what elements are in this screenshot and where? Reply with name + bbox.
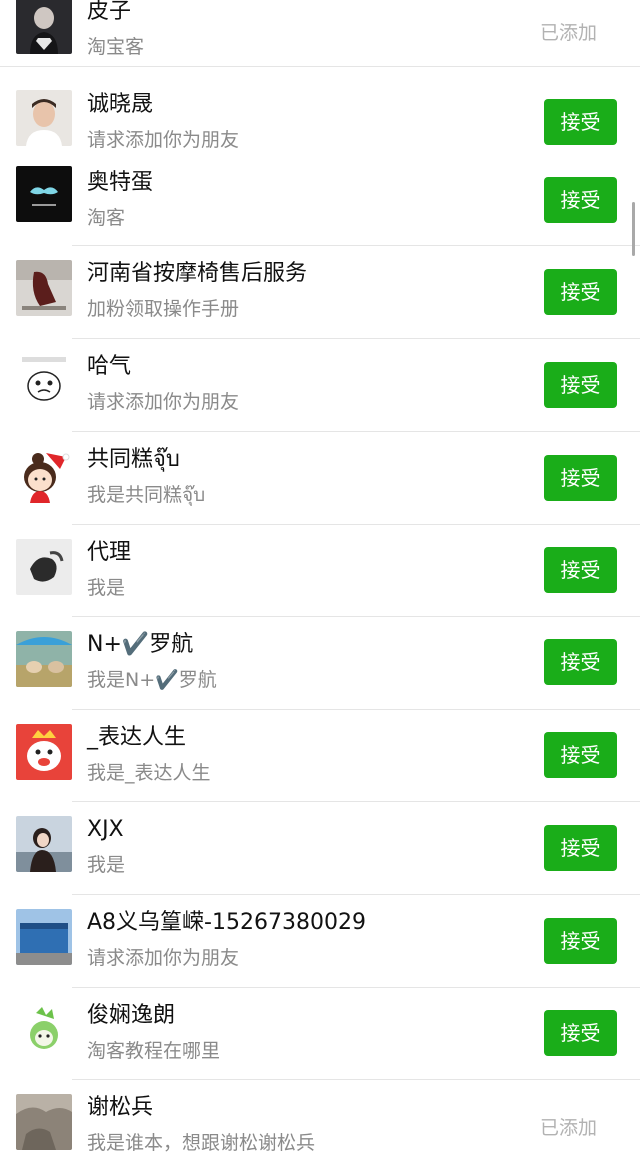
contact-name: N+✔️罗航 bbox=[87, 632, 194, 657]
cartoon-face-icon bbox=[16, 354, 72, 410]
request-message: 我是共同糕จุ๊บ bbox=[87, 484, 206, 506]
avatar[interactable] bbox=[16, 724, 72, 780]
request-message: 请求添加你为朋友 bbox=[87, 947, 240, 969]
accept-button[interactable]: 接受 bbox=[544, 732, 617, 778]
contact-name: _表达人生 bbox=[87, 725, 187, 750]
request-message: 请求添加你为朋友 bbox=[87, 129, 240, 151]
request-message: 请求添加你为朋友 bbox=[87, 391, 240, 413]
request-message: 淘宝客 bbox=[87, 36, 145, 58]
request-message: 我是_表达人生 bbox=[87, 762, 211, 784]
avatar[interactable] bbox=[16, 816, 72, 872]
contact-name: 皮子 bbox=[87, 0, 132, 24]
divider bbox=[0, 66, 640, 67]
avatar[interactable] bbox=[16, 1003, 72, 1059]
list-item[interactable]: 俊娴逸朗 淘客教程在哪里 接受 bbox=[0, 988, 640, 1080]
avatar[interactable] bbox=[16, 539, 72, 595]
contact-name: 谢松兵 bbox=[87, 1095, 154, 1120]
rock-photo-icon bbox=[16, 1094, 72, 1150]
avatar[interactable] bbox=[16, 260, 72, 316]
avatar[interactable] bbox=[16, 90, 72, 146]
request-message: 我是N+✔️罗航 bbox=[87, 669, 217, 691]
list-item[interactable]: 诚晓晟 请求添加你为朋友 接受 bbox=[0, 76, 640, 156]
girl-photo-icon bbox=[16, 816, 72, 872]
request-message: 我是谁本，想跟谢松谢松兵 bbox=[87, 1132, 316, 1154]
accept-button[interactable]: 接受 bbox=[544, 99, 617, 145]
contact-name: 俊娴逸朗 bbox=[87, 1003, 176, 1028]
accept-button[interactable]: 接受 bbox=[544, 455, 617, 501]
contact-name: 诚晓晟 bbox=[87, 92, 154, 117]
contact-name: A8义乌篁嵘-15267380029 bbox=[87, 910, 366, 935]
added-status: 已添加 bbox=[540, 1117, 598, 1139]
list-item[interactable]: A8义乌篁嵘-15267380029 请求添加你为朋友 接受 bbox=[0, 895, 640, 987]
contact-name: 奥特蛋 bbox=[87, 170, 154, 195]
umbrella-pets-icon bbox=[16, 631, 72, 687]
accept-button[interactable]: 接受 bbox=[544, 825, 617, 871]
list-item[interactable]: 河南省按摩椅售后服务 加粉领取操作手册 接受 bbox=[0, 246, 640, 338]
avatar[interactable] bbox=[16, 909, 72, 965]
avatar[interactable] bbox=[16, 0, 72, 54]
accept-button[interactable]: 接受 bbox=[544, 177, 617, 223]
accept-button[interactable]: 接受 bbox=[544, 362, 617, 408]
added-status: 已添加 bbox=[540, 22, 598, 44]
object-photo-icon bbox=[16, 539, 72, 595]
list-item[interactable]: 谢松兵 我是谁本，想跟谢松谢松兵 已添加 bbox=[0, 1080, 640, 1154]
accept-button[interactable]: 接受 bbox=[544, 639, 617, 685]
contact-name: 哈气 bbox=[87, 354, 132, 379]
green-cartoon-icon bbox=[16, 1003, 72, 1059]
person-photo-icon bbox=[16, 90, 72, 146]
mustache-logo-icon bbox=[16, 166, 72, 222]
avatar[interactable] bbox=[16, 354, 72, 410]
list-item[interactable]: 皮子 淘宝客 已添加 bbox=[0, 0, 640, 66]
accept-button[interactable]: 接受 bbox=[544, 1010, 617, 1056]
accept-button[interactable]: 接受 bbox=[544, 918, 617, 964]
list-item[interactable]: 哈气 请求添加你为朋友 接受 bbox=[0, 339, 640, 431]
request-message: 加粉领取操作手册 bbox=[87, 298, 240, 320]
request-message: 我是 bbox=[87, 577, 126, 599]
scrollbar[interactable] bbox=[632, 202, 635, 256]
list-item[interactable]: 共同糕จุ๊บ 我是共同糕จุ๊บ 接受 bbox=[0, 432, 640, 524]
avatar[interactable] bbox=[16, 166, 72, 222]
avatar[interactable] bbox=[16, 1094, 72, 1150]
avatar[interactable] bbox=[16, 447, 72, 503]
superman-shirt-icon bbox=[16, 0, 72, 54]
avatar[interactable] bbox=[16, 631, 72, 687]
list-item[interactable]: _表达人生 我是_表达人生 接受 bbox=[0, 710, 640, 802]
red-cartoon-icon bbox=[16, 724, 72, 780]
list-item[interactable]: N+✔️罗航 我是N+✔️罗航 接受 bbox=[0, 617, 640, 709]
list-item[interactable]: XJX 我是 接受 bbox=[0, 802, 640, 894]
christmas-girl-icon bbox=[16, 447, 72, 503]
request-message: 我是 bbox=[87, 854, 126, 876]
building-photo-icon bbox=[16, 909, 72, 965]
accept-button[interactable]: 接受 bbox=[544, 269, 617, 315]
contact-name: XJX bbox=[87, 817, 124, 842]
request-message: 淘客 bbox=[87, 207, 126, 229]
contact-name: 河南省按摩椅售后服务 bbox=[87, 261, 308, 286]
contact-name: 代理 bbox=[87, 540, 132, 565]
list-item[interactable]: 代理 我是 接受 bbox=[0, 525, 640, 617]
accept-button[interactable]: 接受 bbox=[544, 547, 617, 593]
contact-name: 共同糕จุ๊บ bbox=[87, 447, 180, 472]
list-item[interactable]: 奥特蛋 淘客 接受 bbox=[0, 156, 640, 246]
massage-chair-icon bbox=[16, 260, 72, 316]
request-message: 淘客教程在哪里 bbox=[87, 1040, 221, 1062]
